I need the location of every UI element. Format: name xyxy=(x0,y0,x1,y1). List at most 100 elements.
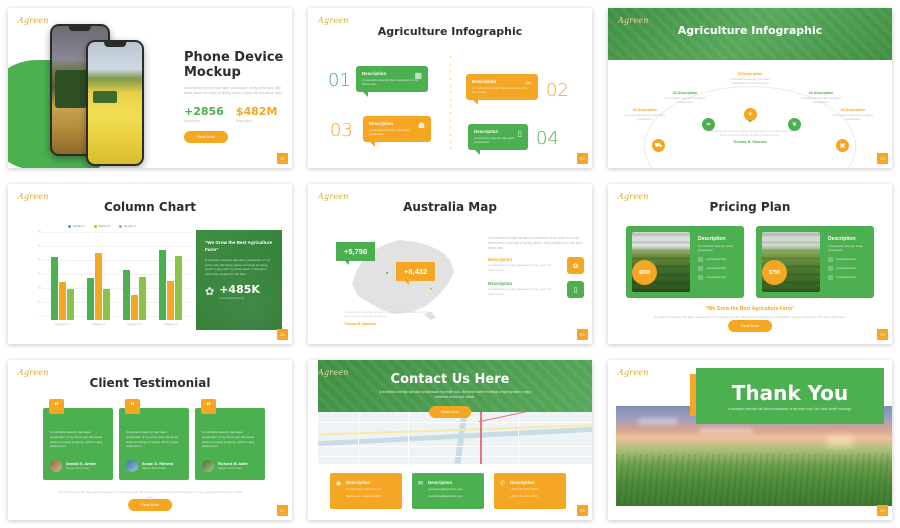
slide-agriculture-infographic-bubbles[interactable]: Agreen Agriculture Infographic 01 ▦ Desc… xyxy=(308,8,592,168)
step-number-01: 01 xyxy=(328,70,351,91)
quote-mark-icon: ” xyxy=(201,399,216,414)
page-number-badge: 01 xyxy=(277,153,288,164)
page-number-badge: 06 xyxy=(877,329,888,340)
slide-cell-6: Agreen Pricing Plan $550 Description A w… xyxy=(600,176,900,352)
slide-agriculture-infographic-arc[interactable]: Agreen Agriculture Infographic ⛟ 01.Desc… xyxy=(608,8,892,168)
page-title: Column Chart xyxy=(103,200,197,214)
read-more-button[interactable]: Read More xyxy=(128,499,172,511)
chart-bar-group xyxy=(158,232,182,320)
brand-logo: Agreen xyxy=(18,16,49,25)
legend-item-2: Series 3 xyxy=(119,224,136,228)
chart-y-axis: 60 50 40 30 20 10 0 xyxy=(30,230,42,320)
feature-row: A wonderful has xyxy=(698,274,737,280)
page-number-badge: 07 xyxy=(277,505,288,516)
check-icon xyxy=(698,256,703,262)
legend-item-1: Series 2 xyxy=(93,224,111,228)
quote-author: Thomas B. Sanchez xyxy=(733,140,767,145)
node-body: A wonderful serenity has taken possessio… xyxy=(800,96,842,105)
card-line-2: +(62) 123 4567 8910 xyxy=(510,493,538,498)
wheat-icon: ✿ xyxy=(567,257,584,275)
contact-card-email[interactable]: ✉ Description yourname@agrofarm.com your… xyxy=(412,473,484,509)
slide-cell-2: Agreen Agriculture Infographic 01 ▦ Desc… xyxy=(300,0,600,176)
contact-card-phone[interactable]: ✆ Description +(62) 123 4567 8910 +(62) … xyxy=(494,473,566,509)
pricing-card-2[interactable]: $750 Description A wonderful serenity ta… xyxy=(756,226,874,298)
chart-x-tick: Category 3 xyxy=(127,322,141,326)
map-tag-green[interactable]: +5,750 xyxy=(336,242,376,265)
slide-client-testimonial[interactable]: Agreen Client Testimonial ” A wonderful … xyxy=(8,360,292,520)
feature-row: A wonderful has xyxy=(698,265,737,271)
slide-contact-us[interactable]: Agreen Contact Us Here A wonderful seren… xyxy=(308,360,592,520)
read-more-button[interactable]: Read More xyxy=(728,320,772,332)
chart-x-axis-labels: Category 1 Category 2 Category 3 Category 4 xyxy=(44,322,188,326)
card-heading: Description xyxy=(428,480,453,485)
legend-label: Series 2 xyxy=(98,224,111,228)
page-number-badge: 05 xyxy=(577,329,588,340)
card-heading: Description xyxy=(346,480,371,485)
location-map[interactable] xyxy=(318,412,592,464)
chart-y-tick: 60 xyxy=(38,230,41,234)
contact-card-address[interactable]: ◉ Description Jl. Agriculture Farm No.12… xyxy=(330,473,402,509)
node-icon-01[interactable]: ⛟ xyxy=(652,139,665,152)
quote-body: A wonderful serenity has taken possessio… xyxy=(707,129,793,138)
page-title: Phone Device Mockup xyxy=(184,50,284,80)
brand-logo: Agreen xyxy=(18,368,49,377)
page-title: Contact Us Here xyxy=(390,372,510,387)
node-label-01: 01.Description A wonderful serenity has … xyxy=(618,108,672,121)
slide-thumbnail-grid: Agreen Phone Device Mockup A wonderful s… xyxy=(0,0,900,528)
node-icon-05[interactable]: ▣ xyxy=(836,139,849,152)
page-title: Client Testimonial xyxy=(89,376,211,390)
map-list-item-2[interactable]: Description A wonderful serenity possess… xyxy=(488,281,584,299)
testimonial-author: Richard M. Adler Agreen Farm Team xyxy=(202,460,248,472)
slide-1-text-block: Phone Device Mockup A wonderful serenity… xyxy=(184,50,288,143)
bubble-body: A wonderful serenity has taken possessio… xyxy=(369,128,410,137)
bubble-heading: Description xyxy=(362,71,387,76)
brand-logo: Agreen xyxy=(318,192,349,201)
legend-item-0: Series 1 xyxy=(68,224,85,228)
page-title: Agriculture Infographic xyxy=(377,25,523,38)
feature-label: A wonderful has xyxy=(706,257,726,262)
map-point-green xyxy=(386,272,388,274)
node-heading: 05.Description xyxy=(840,108,866,112)
bubble-card-01[interactable]: ▦ Description A wonderful serenity has p… xyxy=(356,66,428,97)
intro-text: A wonderful serenity has taken possessio… xyxy=(488,236,583,250)
map-list-item-1[interactable]: Description A wonderful serenity possess… xyxy=(488,257,584,275)
testimonial-author: Donald S. Antine Agreen Farm Team xyxy=(50,460,96,472)
node-body: A wonderful serenity has taken possessio… xyxy=(664,96,706,105)
check-icon xyxy=(698,265,703,271)
quote-author: Thomas B. Sanchez xyxy=(344,321,377,326)
slide-column-chart[interactable]: Agreen Column Chart Series 1 Series 2 Se… xyxy=(8,184,292,344)
chart-bar xyxy=(102,289,110,320)
brand-logo: Agreen xyxy=(318,368,349,377)
page-number-badge: 04 xyxy=(277,329,288,340)
slide-phone-device-mockup[interactable]: Agreen Phone Device Mockup A wonderful s… xyxy=(8,8,292,168)
node-label-03: 03.Description A wonderful serenity has … xyxy=(723,72,777,85)
card-line-2: Melbourne, Australia 3000 xyxy=(346,493,381,498)
node-heading: 04.Description xyxy=(808,91,834,95)
testimonial-body: A wonderful serenity has taken possessio… xyxy=(202,430,255,449)
chart-x-tick: Category 2 xyxy=(91,322,105,326)
bubble-card-02[interactable]: ✂ Description A wonderful serenity has p… xyxy=(466,74,538,105)
testimonial-author: Susan D. Riehma Agreen Farm Team xyxy=(126,460,173,472)
read-more-button[interactable]: Read More xyxy=(429,406,471,418)
slide-thank-you[interactable]: Agreen Thank You A wonderful serenity ha… xyxy=(608,360,892,520)
card-line-1: +(62) 123 4567 8910 xyxy=(510,487,538,491)
pricing-card-1[interactable]: $550 Description A wonderful serenity ta… xyxy=(626,226,744,298)
slide-australia-map[interactable]: Agreen Australia Map +5,750 +8,432 A won… xyxy=(308,184,592,344)
chart-bar-group xyxy=(86,232,110,320)
testimonial-card-1[interactable]: ” A wonderful serenity has taken possess… xyxy=(43,399,113,480)
wheat-icon: ✿ xyxy=(205,286,215,299)
price-badge: $550 xyxy=(632,260,657,285)
bubble-card-04[interactable]: ▯ Description A wonderful serenity has t… xyxy=(468,124,528,155)
testimonial-card-2[interactable]: ” A wonderful serenity has taken possess… xyxy=(119,399,189,480)
map-tag-orange[interactable]: +8,432 xyxy=(396,262,436,285)
map-quote: “A wonderful serenity has taken possessi… xyxy=(344,310,432,326)
chart-bar xyxy=(138,276,146,320)
testimonial-card-3[interactable]: ” A wonderful serenity has taken possess… xyxy=(195,399,265,480)
read-more-button[interactable]: Read More xyxy=(184,131,228,143)
slide-cell-3: Agreen Agriculture Infographic ⛟ 01.Desc… xyxy=(600,0,900,176)
brand-logo: Agreen xyxy=(618,192,649,201)
slide-cell-8: Agreen Contact Us Here A wonderful seren… xyxy=(300,352,600,528)
bubble-card-03[interactable]: ☗ Description A wonderful serenity has t… xyxy=(363,116,431,147)
quote-mark-icon: ” xyxy=(748,119,752,128)
slide-pricing-plan[interactable]: Agreen Pricing Plan $550 Description A w… xyxy=(608,184,892,344)
